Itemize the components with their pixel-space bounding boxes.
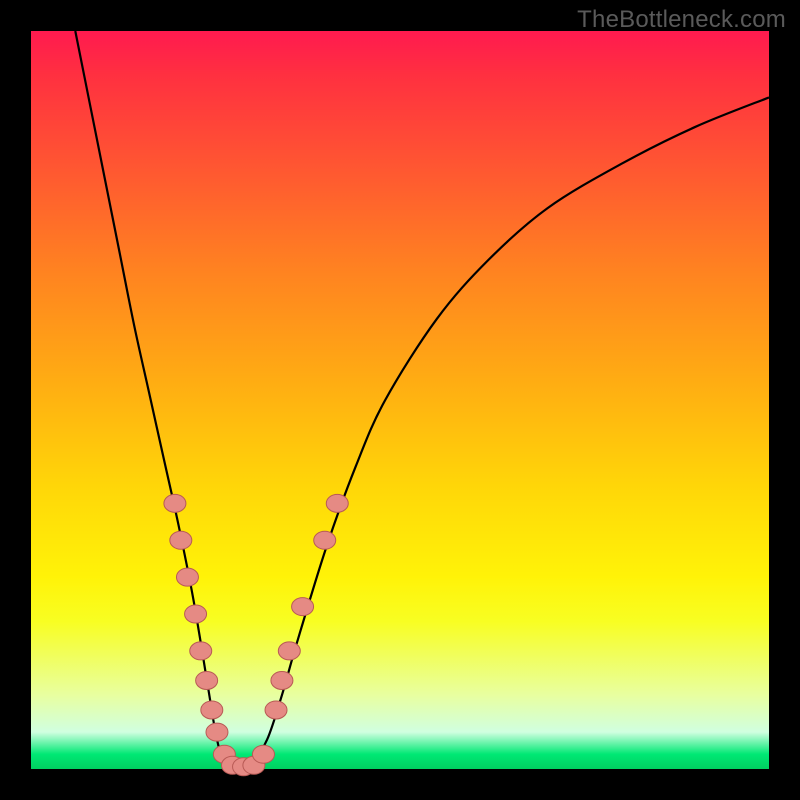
- data-marker: [190, 642, 212, 660]
- data-marker: [176, 568, 198, 586]
- data-marker: [185, 605, 207, 623]
- watermark-text: TheBottleneck.com: [577, 6, 786, 34]
- data-marker: [326, 494, 348, 512]
- data-marker: [164, 494, 186, 512]
- marker-group: [164, 494, 348, 775]
- data-marker: [196, 671, 218, 689]
- data-marker: [206, 723, 228, 741]
- data-marker: [271, 671, 293, 689]
- data-marker: [278, 642, 300, 660]
- chart-frame: TheBottleneck.com: [0, 0, 800, 800]
- data-marker: [265, 701, 287, 719]
- data-marker: [170, 531, 192, 549]
- data-marker: [252, 745, 274, 763]
- chart-svg: [31, 31, 769, 769]
- data-marker: [314, 531, 336, 549]
- data-marker: [292, 598, 314, 616]
- plot-area: [31, 31, 769, 769]
- bottleneck-curve: [75, 31, 769, 770]
- data-marker: [201, 701, 223, 719]
